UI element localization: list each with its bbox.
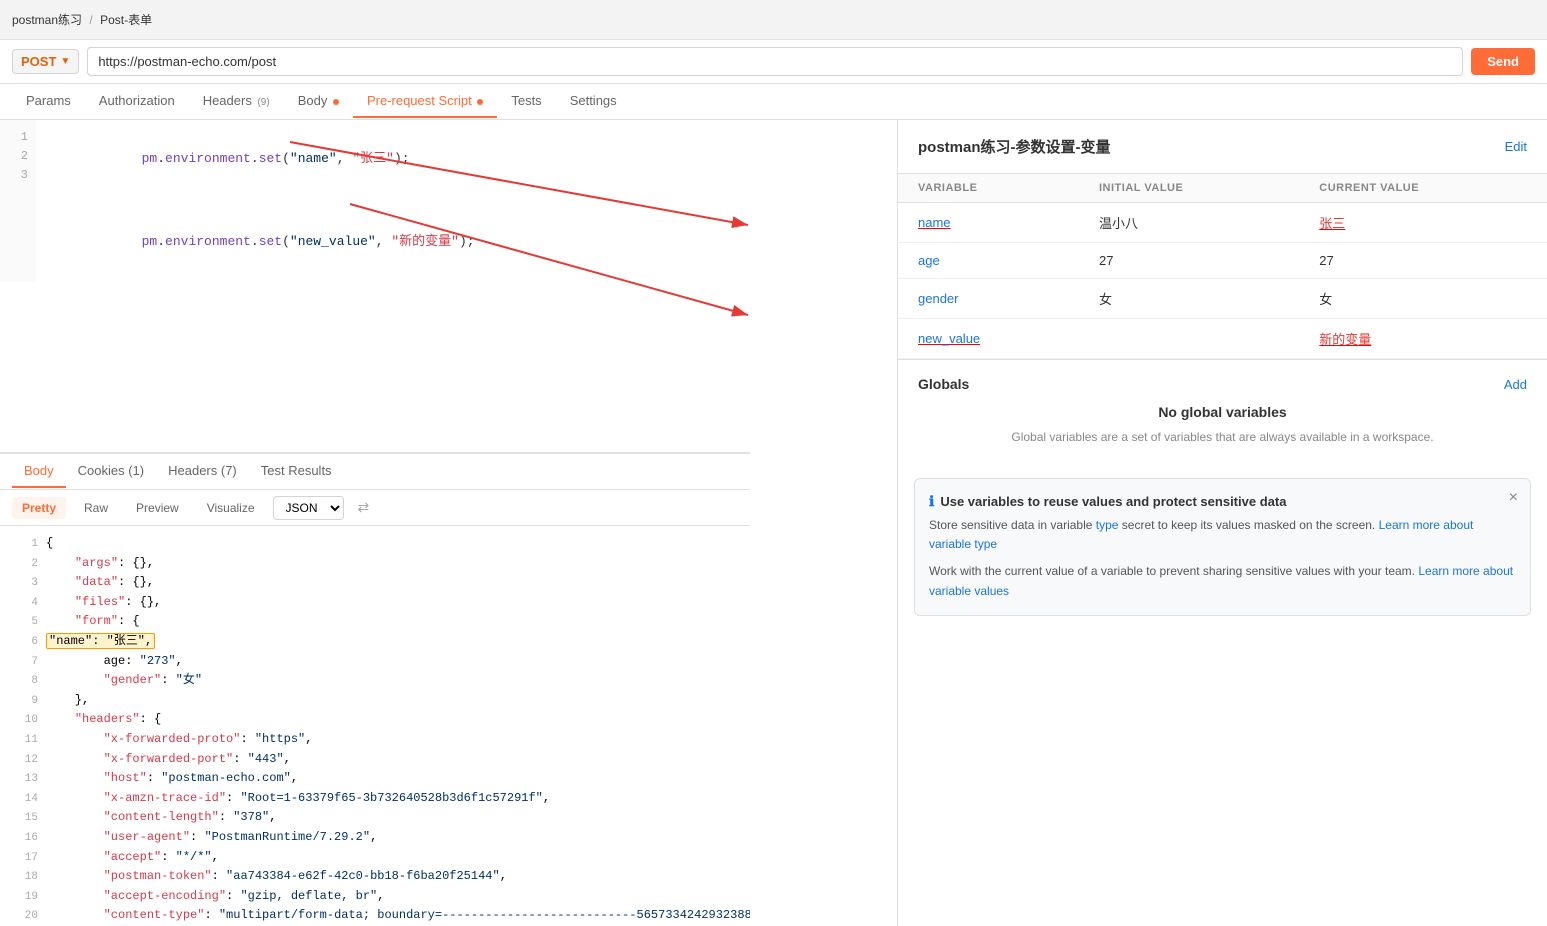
tab-prerequest[interactable]: Pre-request Script [353,85,497,118]
tab-body[interactable]: Body [284,85,353,118]
json-line: 17 "accept": "*/*", [0,848,750,868]
json-line: 14 "x-amzn-trace-id": "Root=1-63379f65-3… [0,789,750,809]
bottom-panel: Body Cookies (1) Headers (7) Test Result… [0,452,750,926]
globals-section: Globals Add No global variables Global v… [898,359,1547,462]
json-line: 9 }, [0,691,750,711]
url-input[interactable] [87,47,1463,76]
send-button[interactable]: Send [1471,48,1535,75]
json-line: 3 "data": {}, [0,573,750,593]
json-line: 6"name": "张三", [0,632,750,652]
breadcrumb-left: postman练习 [12,13,82,27]
json-line: 13 "host": "postman-echo.com", [0,769,750,789]
tab-tests[interactable]: Tests [497,85,555,118]
tab-params[interactable]: Params [12,85,85,118]
tab-headers[interactable]: Headers (9) [189,85,284,118]
tab-test-results[interactable]: Test Results [249,455,344,488]
code-line-2 [48,190,738,211]
table-row[interactable]: age2727 [898,243,1547,279]
json-line: 10 "headers": { [0,710,750,730]
tab-authorization[interactable]: Authorization [85,85,189,118]
col-initial: INITIAL VALUE [1079,174,1299,203]
json-line: 8 "gender": "女" [0,671,750,691]
top-bar: postman练习 / Post-表单 [0,0,1547,40]
no-globals-desc: Global variables are a set of variables … [918,428,1527,446]
body-dot [333,99,339,105]
format-type-select[interactable]: JSON XML HTML Text [273,496,344,520]
variables-panel: postman练习-参数设置-变量 Edit VARIABLE INITIAL … [897,120,1547,926]
format-icon[interactable]: ⇄ [358,499,370,516]
tab-body-response[interactable]: Body [12,455,66,488]
code-line-3: pm.environment.set("new_value", "新的变量"); [48,211,738,273]
json-line: 1{ [0,534,750,554]
json-line: 20 "content-type": "multipart/form-data;… [0,906,750,926]
globals-header: Globals Add [918,376,1527,392]
json-output: 1{2 "args": {},3 "data": {},4 "files": {… [0,526,750,926]
breadcrumb: postman练习 / Post-表单 [12,11,152,28]
line-numbers: 1 2 3 [0,120,36,282]
method-select[interactable]: POST ▼ [12,49,79,74]
tab-settings[interactable]: Settings [556,85,631,118]
main-content: 1 2 3 pm.environment.set("name", "张三"); … [0,120,1547,926]
learn-more-link-1[interactable]: Learn more about variable type [929,518,1473,551]
json-line: 7 age: "273", [0,652,750,672]
table-row[interactable]: gender女女 [898,279,1547,319]
prerequest-dot [477,99,483,105]
format-pretty[interactable]: Pretty [12,497,66,519]
url-bar: POST ▼ Send [0,40,1547,84]
col-variable: VARIABLE [898,174,1079,203]
json-line: 18 "postman-token": "aa743384-e62f-42c0-… [0,867,750,887]
chevron-down-icon: ▼ [60,56,70,67]
code-editor[interactable]: 1 2 3 pm.environment.set("name", "张三"); … [0,120,750,452]
json-line: 19 "accept-encoding": "gzip, deflate, br… [0,887,750,907]
request-tabs: Params Authorization Headers (9) Body Pr… [0,84,1547,120]
no-globals-title: No global variables [918,404,1527,420]
breadcrumb-right: Post-表单 [100,13,152,27]
bottom-tabs: Body Cookies (1) Headers (7) Test Result… [0,454,750,490]
breadcrumb-sep: / [89,13,92,27]
tab-headers-response[interactable]: Headers (7) [156,455,249,488]
json-line: 16 "user-agent": "PostmanRuntime/7.29.2"… [0,828,750,848]
info-box: × ℹ Use variables to reuse values and pr… [914,478,1531,616]
info-icon: ℹ [929,493,934,510]
col-current: CURRENT VALUE [1299,174,1547,203]
json-line: 5 "form": { [0,612,750,632]
json-line: 11 "x-forwarded-proto": "https", [0,730,750,750]
table-row[interactable]: name温小八张三 [898,203,1547,243]
json-line: 2 "args": {}, [0,554,750,574]
code-line-1: pm.environment.set("name", "张三"); [48,128,738,190]
format-visualize[interactable]: Visualize [197,497,265,519]
method-label: POST [21,54,56,69]
learn-more-link-2[interactable]: Learn more about variable values [929,564,1513,597]
variables-title: postman练习-参数设置-变量 [918,136,1111,157]
info-text-2: Work with the current value of a variabl… [929,562,1516,600]
format-row: Pretty Raw Preview Visualize JSON XML HT… [0,490,750,526]
json-line: 12 "x-forwarded-port": "443", [0,750,750,770]
edit-link[interactable]: Edit [1505,139,1527,154]
variables-header: postman练习-参数设置-变量 Edit [898,120,1547,174]
info-text-1: Store sensitive data in variable type se… [929,516,1516,554]
add-link[interactable]: Add [1504,377,1527,392]
globals-title: Globals [918,376,969,392]
variables-table: VARIABLE INITIAL VALUE CURRENT VALUE nam… [898,174,1547,359]
info-title: ℹ Use variables to reuse values and prot… [929,493,1516,510]
json-line: 4 "files": {}, [0,593,750,613]
code-content: pm.environment.set("name", "张三"); pm.env… [36,120,750,282]
format-preview[interactable]: Preview [126,497,189,519]
close-icon[interactable]: × [1509,489,1518,507]
json-line: 15 "content-length": "378", [0,808,750,828]
tab-cookies[interactable]: Cookies (1) [66,455,156,488]
format-raw[interactable]: Raw [74,497,118,519]
table-row[interactable]: new_value新的变量 [898,319,1547,359]
